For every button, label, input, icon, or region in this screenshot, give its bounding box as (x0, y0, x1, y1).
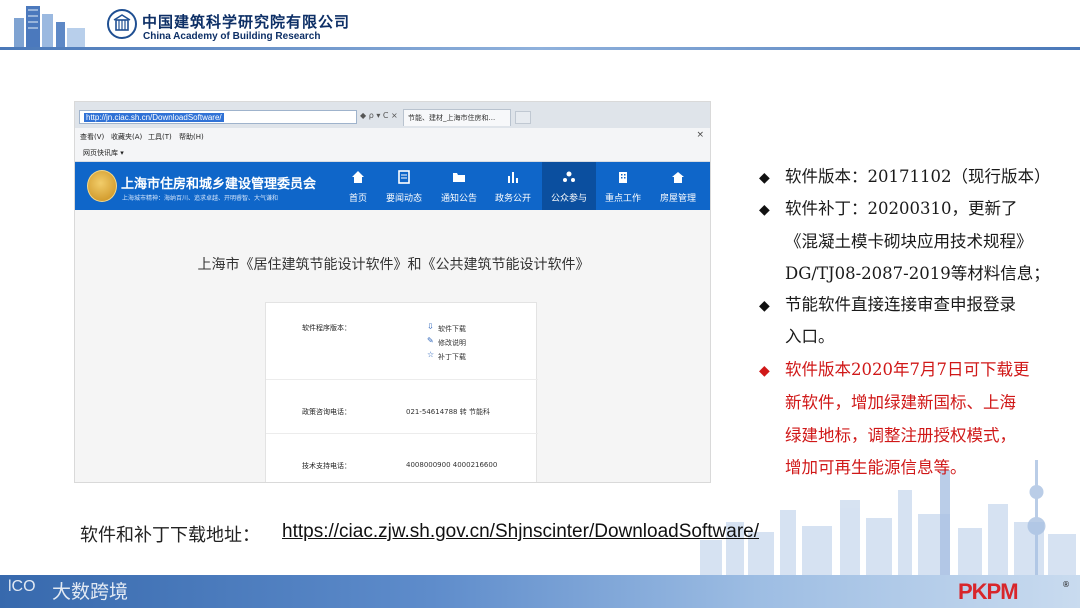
download-address-link[interactable]: https://ciac.zjw.sh.gov.cn/Shjnscinter/D… (282, 521, 759, 543)
pkpm-logo: PKPM (958, 579, 1019, 605)
nav-gov-affairs[interactable]: 政务公开 (486, 162, 540, 210)
menu-help[interactable]: 帮助(H) (179, 132, 204, 142)
browser-menu-bar: 查看(V) 收藏夹(A) 工具(T) 帮助(H) × (75, 128, 710, 144)
chart-icon (486, 170, 540, 188)
card-divider (266, 433, 538, 434)
bullet-patch: 软件补丁：20200310，更新了 (785, 199, 1018, 218)
site-banner: 上海市住房和城乡建设管理委员会 上海城市精神：海纳百川、追求卓越、开明睿智、大气… (75, 162, 710, 210)
support-phone-label: 技术支持电话： (302, 462, 351, 470)
patch-download-link[interactable]: 补丁下载 (438, 352, 466, 362)
nav-notices[interactable]: 通知公告 (432, 162, 486, 210)
building-illustration (14, 6, 85, 47)
edit-icon: ✎ (427, 336, 434, 345)
browser-tab-bar: http://jn.ciac.sh.cn/DownloadSoftware/ ◆… (75, 102, 710, 129)
header-divider (0, 47, 1080, 50)
software-info-card: 软件程序版本： ⇩ 软件下载 ✎ 修改说明 ☆ 补丁下载 政策咨询电话： 021… (265, 302, 538, 482)
news-icon (377, 170, 431, 188)
slide-footer (0, 575, 1080, 608)
building-icon (596, 170, 650, 188)
bullet-marker: ◆ (759, 298, 770, 314)
favorites-bar: 网页快讯库 ▾ (75, 144, 710, 162)
nav-key-work[interactable]: 重点工作 (596, 162, 650, 210)
bullet-marker: ◆ (759, 202, 770, 218)
software-download-link[interactable]: 软件下载 (438, 324, 466, 334)
version-label: 软件程序版本： (302, 324, 351, 332)
browser-tab[interactable]: 节能、建材_上海市住房和... (403, 109, 511, 126)
favorites-web-slice[interactable]: 网页快讯库 ▾ (83, 148, 124, 158)
bullet-patch-line2: 《混凝土模卡砌块应用技术规程》 (785, 232, 1033, 251)
support-phone-value: 4008000900 4000216600 (406, 461, 498, 469)
bullet-patch-line3: DG/TJ08-2087-2019等材料信息； (785, 264, 1050, 283)
menu-tools[interactable]: 工具(T) (148, 132, 172, 142)
pkpm-logo-text: PKPM (958, 579, 1019, 604)
new-tab-button[interactable] (515, 111, 531, 124)
address-bar[interactable]: http://jn.ciac.sh.cn/DownloadSoftware/ (79, 110, 357, 124)
bullet-new-version-line2: 新软件，增加绿建新国标、上海 (785, 393, 1016, 412)
bullet-login-entry: 节能软件直接连接审查申报登录 (785, 295, 1016, 314)
house-icon (651, 170, 705, 188)
bullet-software-version: 软件版本：20171102（现行版本） (785, 167, 1051, 186)
address-url: http://jn.ciac.sh.cn/DownloadSoftware/ (84, 113, 224, 122)
org-logo-icon (107, 9, 137, 39)
nav-news[interactable]: 要闻动态 (377, 162, 431, 210)
folder-icon (432, 170, 486, 188)
download-address-label: 软件和补丁下载地址： (80, 525, 260, 546)
city-skyline-illustration (700, 460, 1076, 578)
download-icon: ⇩ (427, 322, 434, 331)
bullet-new-version: 软件版本2020年7月7日可下载更 (785, 360, 1030, 379)
site-title: 上海市住房和城乡建设管理委员会 (121, 177, 317, 192)
site-emblem-icon (87, 170, 117, 202)
org-name-cn: 中国建筑科学研究院有限公司 (142, 13, 351, 31)
participation-icon (542, 170, 596, 188)
bullet-login-entry-line2: 入口。 (785, 327, 835, 346)
watermark-text: 大数跨境 (52, 581, 129, 603)
website-screenshot: http://jn.ciac.sh.cn/DownloadSoftware/ ◆… (74, 101, 711, 483)
bullet-marker-red: ◆ (759, 363, 770, 379)
bullet-marker: ◆ (759, 170, 770, 186)
policy-phone-value: 021-54614788 转 节能科 (406, 408, 490, 416)
registered-mark: ® (1062, 580, 1070, 589)
menu-favorites[interactable]: 收藏夹(A) (111, 132, 142, 142)
watermark-logo-icon: lCO (8, 578, 36, 595)
site-slogan: 上海城市精神：海纳百川、追求卓越、开明睿智、大气谦和 (122, 195, 279, 202)
close-icon[interactable]: × (696, 130, 704, 140)
page-title: 上海市《居住建筑节能设计软件》和《公共建筑节能设计软件》 (197, 257, 590, 273)
card-divider (266, 379, 538, 380)
address-controls[interactable]: ◆ ρ ▾ C × (360, 111, 398, 120)
menu-view[interactable]: 查看(V) (80, 132, 104, 142)
bullet-new-version-line3: 绿建地标，调整注册授权模式， (785, 426, 1016, 445)
patch-icon: ☆ (427, 350, 435, 359)
nav-housing[interactable]: 房屋管理 (651, 162, 705, 210)
change-notes-link[interactable]: 修改说明 (438, 338, 466, 348)
policy-phone-label: 政策咨询电话： (302, 408, 351, 416)
bullet-new-version-line4: 增加可再生能源信息等。 (785, 458, 967, 477)
tab-title: 节能、建材_上海市住房和... (408, 114, 496, 122)
nav-participation[interactable]: 公众参与 (542, 162, 596, 210)
org-name-en: China Academy of Building Research (143, 31, 321, 42)
